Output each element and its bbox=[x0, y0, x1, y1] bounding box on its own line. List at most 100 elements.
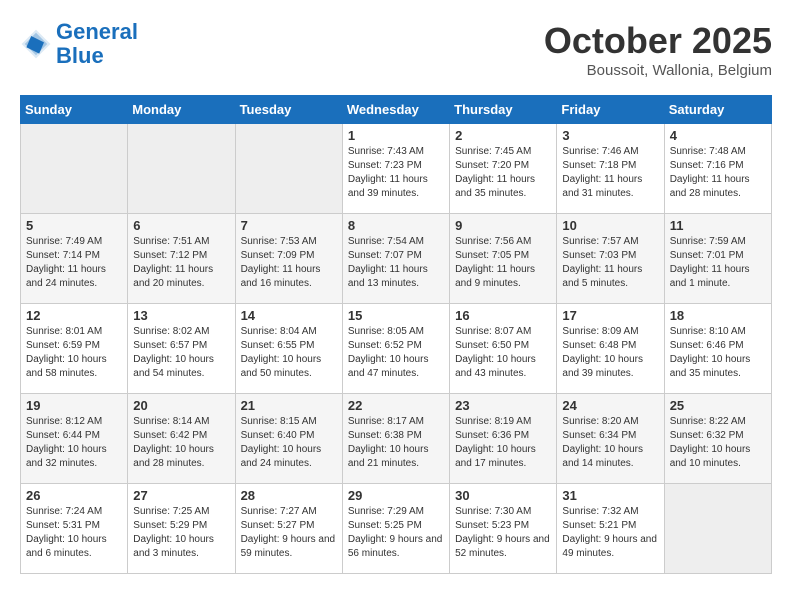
day-number: 10 bbox=[562, 218, 658, 233]
day-info: Sunrise: 7:46 AMSunset: 7:18 PMDaylight:… bbox=[562, 145, 658, 201]
calendar-cell: 29 Sunrise: 7:29 AMSunset: 5:25 PMDayligh… bbox=[342, 484, 449, 574]
calendar-cell bbox=[235, 124, 342, 214]
day-info: Sunrise: 7:49 AMSunset: 7:14 PMDaylight:… bbox=[26, 235, 122, 291]
calendar-cell: 2Sunrise: 7:45 AMSunset: 7:20 PMDaylight… bbox=[450, 124, 557, 214]
day-info: Sunrise: 7:27 AMSunset: 5:27 PMDaylight:… bbox=[241, 505, 337, 561]
day-info: Sunrise: 7:48 AMSunset: 7:16 PMDaylight:… bbox=[670, 145, 766, 201]
day-number: 17 bbox=[562, 308, 658, 323]
calendar-cell: 16 Sunrise: 8:07 AMSunset: 6:50 PMDayligh… bbox=[450, 304, 557, 394]
day-number: 20 bbox=[133, 398, 229, 413]
day-info: Sunrise: 7:25 AMSunset: 5:29 PMDaylight:… bbox=[133, 505, 229, 561]
weekday-header: Thursday bbox=[450, 96, 557, 124]
logo: General Blue bbox=[20, 20, 138, 68]
day-number: 5 bbox=[26, 218, 122, 233]
day-number: 19 bbox=[26, 398, 122, 413]
day-info: Sunrise: 8:01 AMSunset: 6:59 PMDaylight:… bbox=[26, 325, 122, 381]
day-info: Sunrise: 7:59 AMSunset: 7:01 PMDaylight:… bbox=[670, 235, 766, 291]
weekday-header: Tuesday bbox=[235, 96, 342, 124]
day-number: 23 bbox=[455, 398, 551, 413]
day-number: 7 bbox=[241, 218, 337, 233]
calendar-table: SundayMondayTuesdayWednesdayThursdayFrid… bbox=[20, 95, 772, 574]
day-info: Sunrise: 8:02 AMSunset: 6:57 PMDaylight:… bbox=[133, 325, 229, 381]
day-info: Sunrise: 8:12 AMSunset: 6:44 PMDaylight:… bbox=[26, 415, 122, 471]
day-info: Sunrise: 8:17 AMSunset: 6:38 PMDaylight:… bbox=[348, 415, 444, 471]
calendar-cell bbox=[21, 124, 128, 214]
day-info: Sunrise: 8:09 AMSunset: 6:48 PMDaylight:… bbox=[562, 325, 658, 381]
day-info: Sunrise: 7:32 AMSunset: 5:21 PMDaylight:… bbox=[562, 505, 658, 561]
day-number: 30 bbox=[455, 488, 551, 503]
month-title: October 2025 bbox=[544, 20, 772, 62]
day-info: Sunrise: 7:57 AMSunset: 7:03 PMDaylight:… bbox=[562, 235, 658, 291]
calendar-week: 12Sunrise: 8:01 AMSunset: 6:59 PMDayligh… bbox=[21, 304, 772, 394]
calendar-cell bbox=[128, 124, 235, 214]
calendar-cell: 8Sunrise: 7:54 AMSunset: 7:07 PMDaylight… bbox=[342, 214, 449, 304]
day-number: 1 bbox=[348, 128, 444, 143]
title-block: October 2025 Boussoit, Wallonia, Belgium bbox=[544, 20, 772, 79]
day-info: Sunrise: 8:19 AMSunset: 6:36 PMDaylight:… bbox=[455, 415, 551, 471]
logo-icon bbox=[20, 28, 52, 60]
calendar-cell: 17 Sunrise: 8:09 AMSunset: 6:48 PMDayligh… bbox=[557, 304, 664, 394]
weekday-header: Sunday bbox=[21, 96, 128, 124]
calendar-cell: 28Sunrise: 7:27 AMSunset: 5:27 PMDayligh… bbox=[235, 484, 342, 574]
day-info: Sunrise: 8:10 AMSunset: 6:46 PMDaylight:… bbox=[670, 325, 766, 381]
calendar-cell: 11 Sunrise: 7:59 AMSunset: 7:01 PMDayligh… bbox=[664, 214, 771, 304]
day-number: 15 bbox=[348, 308, 444, 323]
day-number: 8 bbox=[348, 218, 444, 233]
day-number: 2 bbox=[455, 128, 551, 143]
day-info: Sunrise: 8:20 AMSunset: 6:34 PMDaylight:… bbox=[562, 415, 658, 471]
calendar-cell: 15 Sunrise: 8:05 AMSunset: 6:52 PMDayligh… bbox=[342, 304, 449, 394]
weekday-header: Wednesday bbox=[342, 96, 449, 124]
day-number: 26 bbox=[26, 488, 122, 503]
calendar-cell: 23 Sunrise: 8:19 AMSunset: 6:36 PMDayligh… bbox=[450, 394, 557, 484]
day-number: 29 bbox=[348, 488, 444, 503]
calendar-cell: 14 Sunrise: 8:04 AMSunset: 6:55 PMDayligh… bbox=[235, 304, 342, 394]
day-number: 16 bbox=[455, 308, 551, 323]
calendar-cell: 30 Sunrise: 7:30 AMSunset: 5:23 PMDayligh… bbox=[450, 484, 557, 574]
day-number: 31 bbox=[562, 488, 658, 503]
calendar-cell: 22 Sunrise: 8:17 AMSunset: 6:38 PMDayligh… bbox=[342, 394, 449, 484]
calendar-cell: 25 Sunrise: 8:22 AMSunset: 6:32 PMDayligh… bbox=[664, 394, 771, 484]
calendar-week: 26 Sunrise: 7:24 AMSunset: 5:31 PMDayligh… bbox=[21, 484, 772, 574]
day-info: Sunrise: 8:15 AMSunset: 6:40 PMDaylight:… bbox=[241, 415, 337, 471]
calendar-cell: 26 Sunrise: 7:24 AMSunset: 5:31 PMDayligh… bbox=[21, 484, 128, 574]
calendar-cell: 27 Sunrise: 7:25 AMSunset: 5:29 PMDayligh… bbox=[128, 484, 235, 574]
day-info: Sunrise: 8:07 AMSunset: 6:50 PMDaylight:… bbox=[455, 325, 551, 381]
calendar-cell: 12Sunrise: 8:01 AMSunset: 6:59 PMDayligh… bbox=[21, 304, 128, 394]
day-number: 9 bbox=[455, 218, 551, 233]
day-number: 6 bbox=[133, 218, 229, 233]
day-number: 13 bbox=[133, 308, 229, 323]
calendar-cell: 18 Sunrise: 8:10 AMSunset: 6:46 PMDayligh… bbox=[664, 304, 771, 394]
day-number: 14 bbox=[241, 308, 337, 323]
calendar-week: 1Sunrise: 7:43 AMSunset: 7:23 PMDaylight… bbox=[21, 124, 772, 214]
day-number: 21 bbox=[241, 398, 337, 413]
weekday-header: Monday bbox=[128, 96, 235, 124]
calendar-cell: 4Sunrise: 7:48 AMSunset: 7:16 PMDaylight… bbox=[664, 124, 771, 214]
day-info: Sunrise: 8:22 AMSunset: 6:32 PMDaylight:… bbox=[670, 415, 766, 471]
day-number: 25 bbox=[670, 398, 766, 413]
calendar-cell: 20Sunrise: 8:14 AMSunset: 6:42 PMDayligh… bbox=[128, 394, 235, 484]
day-number: 11 bbox=[670, 218, 766, 233]
calendar-week: 5 Sunrise: 7:49 AMSunset: 7:14 PMDaylight… bbox=[21, 214, 772, 304]
weekday-header: Saturday bbox=[664, 96, 771, 124]
day-number: 3 bbox=[562, 128, 658, 143]
calendar-cell: 5 Sunrise: 7:49 AMSunset: 7:14 PMDaylight… bbox=[21, 214, 128, 304]
page-header: General Blue October 2025 Boussoit, Wall… bbox=[20, 20, 772, 79]
day-number: 18 bbox=[670, 308, 766, 323]
day-number: 22 bbox=[348, 398, 444, 413]
day-info: Sunrise: 8:04 AMSunset: 6:55 PMDaylight:… bbox=[241, 325, 337, 381]
calendar-cell: 10 Sunrise: 7:57 AMSunset: 7:03 PMDayligh… bbox=[557, 214, 664, 304]
day-info: Sunrise: 8:05 AMSunset: 6:52 PMDaylight:… bbox=[348, 325, 444, 381]
day-number: 27 bbox=[133, 488, 229, 503]
logo-text: General Blue bbox=[56, 20, 138, 68]
day-info: Sunrise: 7:30 AMSunset: 5:23 PMDaylight:… bbox=[455, 505, 551, 561]
calendar-header: SundayMondayTuesdayWednesdayThursdayFrid… bbox=[21, 96, 772, 124]
calendar-cell: 24Sunrise: 8:20 AMSunset: 6:34 PMDayligh… bbox=[557, 394, 664, 484]
location: Boussoit, Wallonia, Belgium bbox=[544, 62, 772, 79]
day-info: Sunrise: 7:53 AMSunset: 7:09 PMDaylight:… bbox=[241, 235, 337, 291]
day-info: Sunrise: 7:24 AMSunset: 5:31 PMDaylight:… bbox=[26, 505, 122, 561]
calendar-cell: 9Sunrise: 7:56 AMSunset: 7:05 PMDaylight… bbox=[450, 214, 557, 304]
calendar-week: 19 Sunrise: 8:12 AMSunset: 6:44 PMDayligh… bbox=[21, 394, 772, 484]
calendar-cell: 1Sunrise: 7:43 AMSunset: 7:23 PMDaylight… bbox=[342, 124, 449, 214]
day-info: Sunrise: 7:29 AMSunset: 5:25 PMDaylight:… bbox=[348, 505, 444, 561]
day-info: Sunrise: 7:51 AMSunset: 7:12 PMDaylight:… bbox=[133, 235, 229, 291]
